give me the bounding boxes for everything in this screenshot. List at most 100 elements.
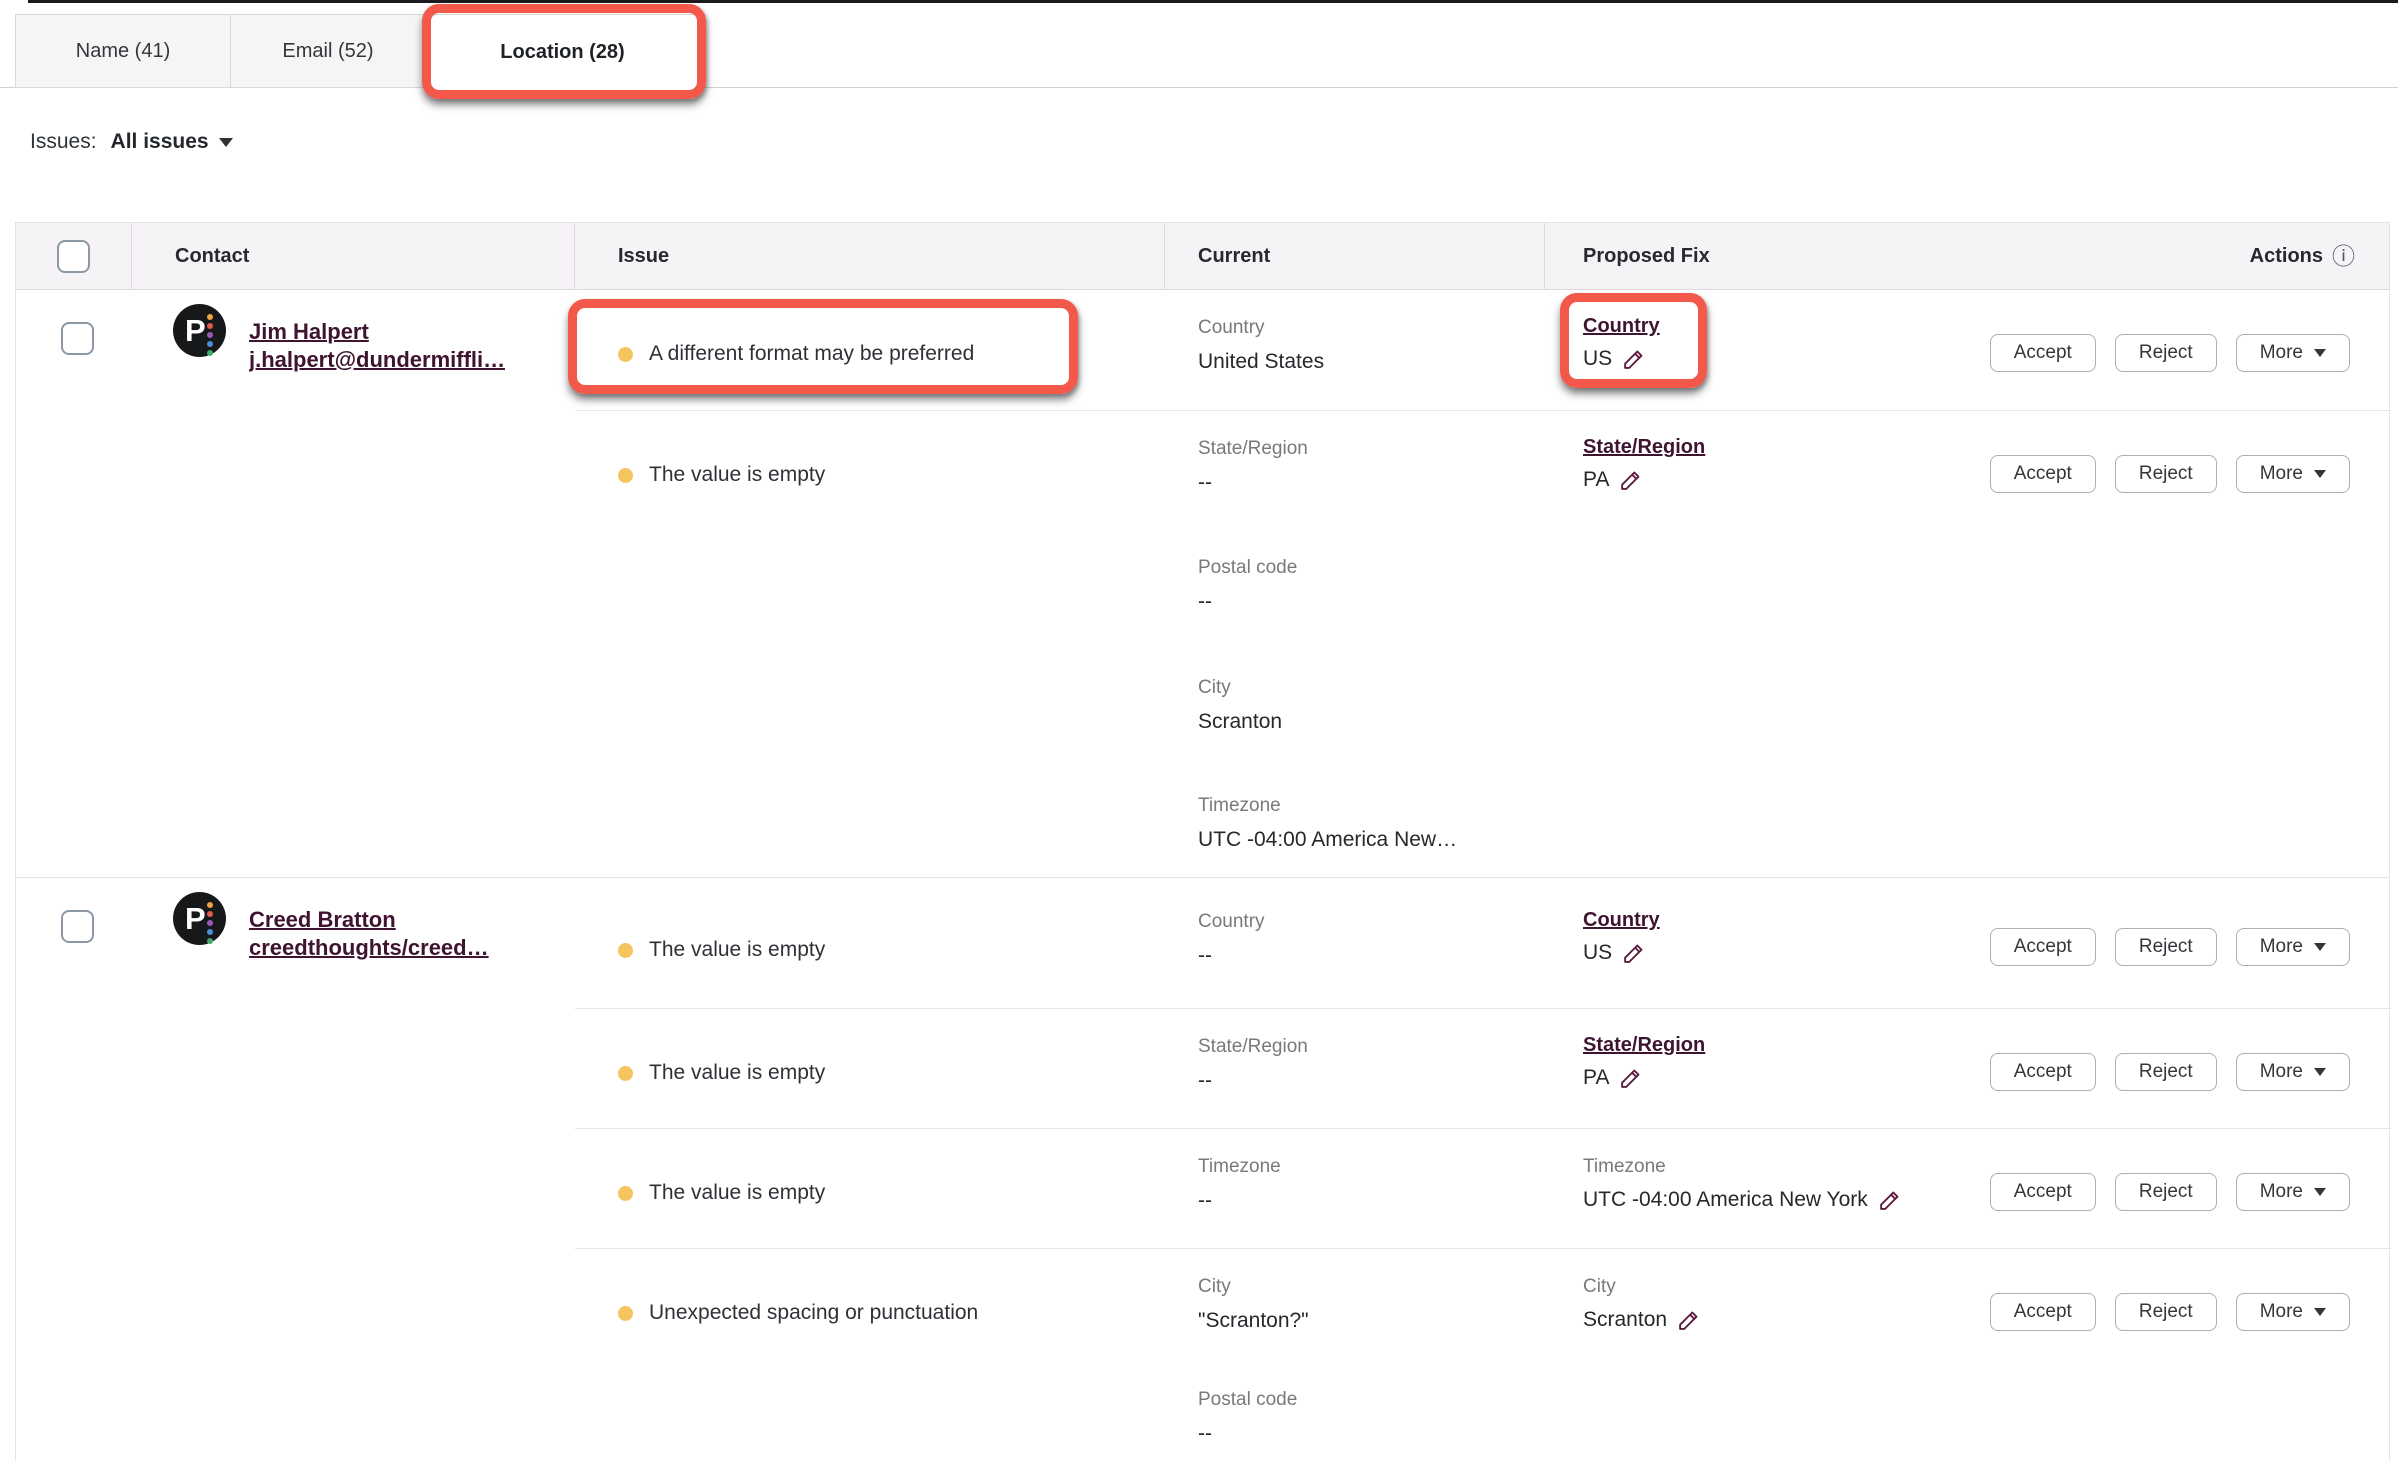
issues-filter-dropdown[interactable]: All issues: [111, 130, 233, 154]
field-row: Timezone UTC -04:00 America New…: [575, 768, 2391, 877]
proposed-field-label: City: [1583, 1276, 1616, 1297]
current-field-label: State/Region: [1198, 1035, 1545, 1059]
issues-table: Contact Issue Current Proposed Fix Actio…: [15, 222, 2390, 1461]
more-button[interactable]: More: [2236, 455, 2350, 493]
proposed-field-link[interactable]: Country: [1583, 908, 1660, 932]
warning-dot-icon: [618, 1306, 633, 1321]
chevron-down-icon: [2314, 943, 2326, 951]
header-actions: Actions ⓘ: [1976, 223, 2391, 289]
info-icon[interactable]: ⓘ: [2332, 245, 2355, 268]
issues-filter-label: Issues:: [30, 130, 97, 154]
issue-row: A different format may be preferred Coun…: [575, 290, 2391, 410]
issue-text: The value is empty: [649, 938, 825, 962]
reject-button[interactable]: Reject: [2115, 1293, 2217, 1331]
more-button[interactable]: More: [2236, 1173, 2350, 1211]
contact-name-link[interactable]: Jim Halpert: [249, 318, 505, 346]
current-field-label: Timezone: [1198, 794, 1545, 818]
reject-button[interactable]: Reject: [2115, 455, 2217, 493]
header-current: Current: [1165, 223, 1545, 289]
tab-name[interactable]: Name (41): [15, 14, 230, 88]
warning-dot-icon: [618, 1066, 633, 1081]
edit-pencil-icon[interactable]: [1677, 1307, 1702, 1332]
current-field-value: --: [1198, 1188, 1545, 1214]
issue-rows: The value is empty Country -- Country US: [575, 878, 2391, 1461]
current-field-value: Scranton: [1198, 709, 1545, 735]
proposed-field-value: US: [1583, 941, 1612, 965]
more-button[interactable]: More: [2236, 1053, 2350, 1091]
row-checkbox[interactable]: [61, 322, 94, 355]
field-row: Postal code --: [575, 530, 2391, 650]
edit-pencil-icon[interactable]: [1622, 940, 1647, 965]
more-button[interactable]: More: [2236, 334, 2350, 372]
issue-category-tabs: Name (41) Email (52) Location (28): [15, 14, 700, 88]
current-field-label: City: [1198, 1275, 1545, 1299]
proposed-field-link[interactable]: Country: [1583, 314, 1660, 338]
proposed-field-link[interactable]: State/Region: [1583, 435, 1705, 459]
accept-button[interactable]: Accept: [1990, 1053, 2096, 1091]
table-header: Contact Issue Current Proposed Fix Actio…: [16, 223, 2389, 290]
accept-button[interactable]: Accept: [1990, 928, 2096, 966]
accept-button[interactable]: Accept: [1990, 1173, 2096, 1211]
current-field-label: Country: [1198, 316, 1545, 340]
header-contact: Contact: [132, 223, 575, 289]
issues-filter: Issues: All issues: [30, 130, 233, 154]
header-proposed-fix: Proposed Fix: [1545, 223, 1976, 289]
current-field-value: "Scranton?": [1198, 1308, 1545, 1334]
window-top-border: [28, 0, 2398, 3]
data-quality-review-page: Name (41) Email (52) Location (28) Issue…: [0, 0, 2398, 1461]
current-field-label: Country: [1198, 910, 1545, 934]
accept-button[interactable]: Accept: [1990, 334, 2096, 372]
contact-email-link[interactable]: creedthoughts/creed…: [249, 934, 489, 962]
current-field-value: --: [1198, 470, 1545, 496]
tab-email[interactable]: Email (52): [230, 14, 425, 88]
reject-button[interactable]: Reject: [2115, 334, 2217, 372]
tab-location[interactable]: Location (28): [425, 14, 700, 90]
select-all-checkbox[interactable]: [57, 240, 90, 273]
chevron-down-icon: [219, 138, 233, 147]
more-button[interactable]: More: [2236, 928, 2350, 966]
issue-row: The value is empty State/Region -- State…: [575, 1008, 2391, 1128]
row-checkbox-cell: [61, 322, 94, 355]
accept-button[interactable]: Accept: [1990, 455, 2096, 493]
current-field-label: Timezone: [1198, 1155, 1545, 1179]
field-row: City Scranton: [575, 650, 2391, 768]
more-button-label: More: [2260, 1061, 2303, 1083]
issue-row: Unexpected spacing or punctuation City "…: [575, 1248, 2391, 1368]
row-checkbox[interactable]: [61, 910, 94, 943]
row-checkbox-cell: [61, 910, 94, 943]
reject-button[interactable]: Reject: [2115, 928, 2217, 966]
edit-pencil-icon[interactable]: [1619, 467, 1644, 492]
contact-email-link[interactable]: j.halpert@dundermiffli…: [249, 346, 505, 374]
warning-dot-icon: [618, 943, 633, 958]
edit-pencil-icon[interactable]: [1622, 346, 1647, 371]
avatar-logo-dots-icon: [207, 902, 213, 944]
more-button-label: More: [2260, 1301, 2303, 1323]
current-field-value: --: [1198, 1068, 1545, 1094]
chevron-down-icon: [2314, 1188, 2326, 1196]
current-field-label: Postal code: [1198, 1388, 1545, 1412]
contact-group-creed-bratton: P Creed Bratton creedthoughts/creed… The…: [16, 877, 2389, 1461]
issue-rows: A different format may be preferred Coun…: [575, 290, 2391, 877]
contact-group-jim-halpert: P Jim Halpert j.halpert@dundermiffli… A …: [16, 290, 2389, 877]
edit-pencil-icon[interactable]: [1619, 1065, 1644, 1090]
edit-pencil-icon[interactable]: [1878, 1187, 1903, 1212]
more-button[interactable]: More: [2236, 1293, 2350, 1331]
accept-button[interactable]: Accept: [1990, 1293, 2096, 1331]
warning-dot-icon: [618, 347, 633, 362]
current-field-label: State/Region: [1198, 437, 1545, 461]
current-field-label: Postal code: [1198, 556, 1545, 580]
header-checkbox-cell: [16, 223, 132, 289]
issues-filter-value: All issues: [111, 130, 209, 154]
chevron-down-icon: [2314, 470, 2326, 478]
current-field-value: --: [1198, 943, 1545, 969]
contact-identity: Creed Bratton creedthoughts/creed…: [249, 906, 489, 962]
warning-dot-icon: [618, 1186, 633, 1201]
proposed-field-value: US: [1583, 347, 1612, 371]
current-field-value: UTC -04:00 America New…: [1198, 827, 1545, 853]
contact-name-link[interactable]: Creed Bratton: [249, 906, 489, 934]
reject-button[interactable]: Reject: [2115, 1053, 2217, 1091]
proposed-field-link[interactable]: State/Region: [1583, 1033, 1705, 1057]
reject-button[interactable]: Reject: [2115, 1173, 2217, 1211]
issue-row: The value is empty Timezone -- Timezone …: [575, 1128, 2391, 1248]
contact-identity: Jim Halpert j.halpert@dundermiffli…: [249, 318, 505, 374]
